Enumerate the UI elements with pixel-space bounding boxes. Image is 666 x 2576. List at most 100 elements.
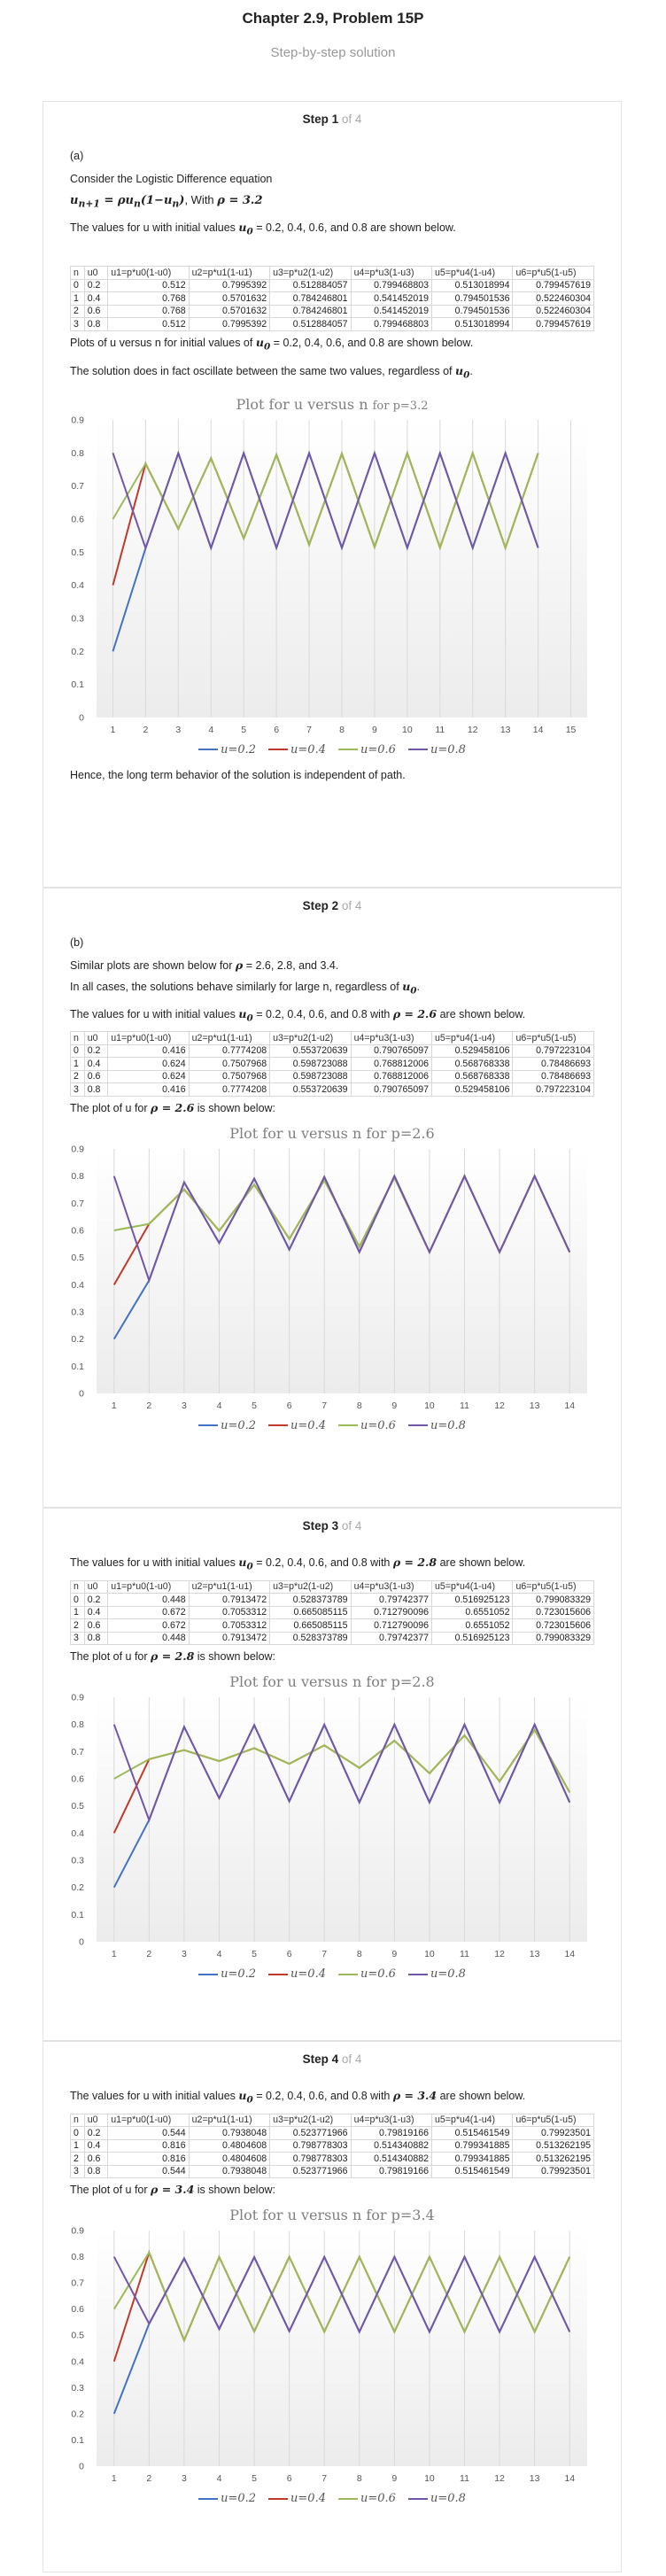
table-cell: 0.799341885 (431, 2138, 514, 2153)
chart-2-legend: u=0.2 u=0.4 u=0.6 u=0.8 (70, 1419, 594, 1432)
table-cell: 0.4 (83, 1605, 109, 1619)
table-cell: 0.79742377 (350, 1631, 433, 1645)
y-tick-label: 0.5 (71, 547, 84, 557)
table-cell: 0.528373789 (269, 1631, 352, 1645)
table-cell: 0.5701632 (188, 291, 271, 306)
values-text-3: The values for u with initial values u0 … (70, 1556, 526, 1572)
chart-1-legend: u=0.2 u=0.4 u=0.6 u=0.8 (70, 743, 594, 757)
table-cell: 0.544 (107, 2126, 190, 2140)
x-tick-label: 1 (112, 1401, 117, 1411)
chart-3-title: Plot for u versus n for p=2.8 (229, 1673, 435, 1690)
table-cell: 0.2 (83, 278, 109, 293)
y-tick-label: 0.5 (71, 1801, 84, 1812)
step-2-of: of 4 (341, 899, 362, 912)
table-cell: 3 (70, 2164, 85, 2178)
table-cell: 0.4804608 (188, 2138, 271, 2153)
table-cell: 0.665085115 (269, 1618, 352, 1633)
column-header: n (70, 2113, 85, 2127)
table-cell: 0.553720639 (269, 1082, 352, 1097)
legend-swatch (198, 749, 219, 751)
x-tick-label: 10 (424, 1949, 435, 1959)
x-tick-label: 12 (494, 1949, 505, 1959)
table-cell: 0.797223104 (512, 1044, 594, 1058)
column-header: u2=p*u1(1-u1) (188, 1031, 271, 1045)
table-row: 2 0.6 0.768 0.5701632 0.784246801 0.541452019… (70, 304, 594, 319)
table-cell: 0.522460304 (512, 291, 594, 306)
column-header: u6=p*u5(1-u5) (512, 1579, 594, 1594)
column-header: u4=p*u3(1-u3) (350, 1031, 433, 1045)
y-tick-label: 0.4 (71, 1279, 84, 1290)
step-3-of: of 4 (341, 1519, 362, 1532)
table-cell: 0.514340882 (350, 2152, 433, 2166)
legend-swatch (338, 1424, 358, 1426)
y-tick-label: 0.1 (71, 2435, 84, 2446)
legend-item: u=0.2 (198, 743, 256, 757)
legend-item: u=0.4 (268, 1967, 326, 1981)
table-row: 1 0.4 0.624 0.7507968 0.598723088 0.768812006… (70, 1057, 594, 1071)
table-cell: 1 (70, 1605, 85, 1619)
x-tick-label: 3 (182, 1401, 187, 1411)
legend-swatch (338, 749, 358, 751)
legend-item: u=0.6 (338, 1967, 396, 1981)
table-header-row: n u0 u1=p*u0(1-u0) u2=p*u1(1-u1) u3=p*u2(1-u… (70, 266, 594, 280)
table-cell: 0.7913472 (188, 1593, 271, 1607)
legend-swatch (338, 1973, 358, 1975)
table-cell: 0.516925123 (431, 1631, 514, 1645)
y-tick-label: 0 (79, 1388, 84, 1399)
legend-item: u=0.2 (198, 1967, 256, 1981)
solution-page: Chapter 2.9, Problem 15P Step-by-step so… (0, 9, 666, 2572)
plots-text: Plots of u versus n for initial values o… (70, 335, 474, 353)
legend-swatch (198, 1973, 219, 1975)
y-tick-label: 0.1 (71, 679, 84, 690)
table-cell: 0 (70, 1044, 85, 1058)
x-tick-label: 2 (146, 1401, 151, 1411)
table-cell: 0.7507968 (188, 1057, 271, 1071)
table-cell: 0.512884057 (269, 317, 352, 331)
y-tick-label: 0 (79, 1937, 84, 1948)
x-tick-label: 6 (287, 2473, 292, 2484)
y-tick-label: 0.3 (71, 1307, 84, 1317)
x-tick-label: 8 (357, 1949, 362, 1959)
table-cell: 0.768812006 (350, 1057, 433, 1071)
table-row: 0 0.2 0.512 0.7995392 0.512884057 0.799468803… (70, 278, 594, 293)
table-row: 1 0.4 0.672 0.7053312 0.665085115 0.712790096… (70, 1605, 594, 1619)
y-tick-label: 0.8 (71, 1171, 84, 1182)
table-cell: 0.768812006 (350, 1069, 433, 1083)
table-cell: 0.799341885 (431, 2152, 514, 2166)
legend-swatch (198, 2497, 219, 2500)
table-cell: 0.784246801 (269, 291, 352, 306)
table-cell: 0.6 (83, 2152, 109, 2166)
table-cell: 0.799457619 (512, 317, 594, 331)
x-tick-label: 8 (357, 2473, 362, 2484)
y-tick-label: 0.4 (71, 1828, 84, 1839)
plot-text-3: The plot of u for ρ = 2.8 is shown below… (70, 1649, 276, 1663)
x-tick-label: 15 (566, 725, 577, 735)
y-tick-label: 0.6 (71, 514, 84, 524)
x-tick-label: 12 (468, 725, 478, 735)
table-header-row: n u0 u1=p*u0(1-u0) u2=p*u1(1-u1) u3=p*u2(1-u… (70, 1031, 594, 1045)
legend-item: u=0.8 (407, 743, 466, 757)
x-tick-label: 9 (391, 1949, 397, 1959)
step-4-label: Step 4 (302, 2052, 339, 2066)
chart-1: 1 2 3 4 5 6 7 8 9 10 11 12 13 14 1500.10.20.30.40.50.6… (71, 415, 587, 735)
table-row: 3 0.8 0.416 0.7774208 0.553720639 0.790765097… (70, 1082, 594, 1097)
table-cell: 3 (70, 1082, 85, 1097)
table-cell: 0.568768338 (431, 1057, 514, 1071)
x-tick-label: 3 (182, 2473, 187, 2484)
table-cell: 0.7053312 (188, 1605, 271, 1619)
legend-swatch (268, 2497, 289, 2500)
legend-swatch (407, 1424, 428, 1426)
table-cell: 0.7507968 (188, 1069, 271, 1083)
table-cell: 0.79923501 (512, 2164, 594, 2178)
x-tick-label: 4 (208, 725, 213, 735)
table-cell: 0.672 (107, 1605, 190, 1619)
column-header: u5=p*u4(1-u4) (431, 1579, 514, 1594)
table-cell: 0.794501536 (431, 291, 514, 306)
x-tick-label: 6 (287, 1949, 292, 1959)
x-tick-label: 5 (252, 1401, 257, 1411)
legend-label: u=0.4 (290, 2492, 326, 2505)
legend-label: u=0.6 (360, 742, 396, 757)
values-table-3: n u0 u1=p*u0(1-u0) u2=p*u1(1-u1) u3=p*u2(1-u… (70, 1579, 594, 1646)
table-cell: 0.79742377 (350, 1593, 433, 1607)
table-row: 3 0.8 0.544 0.7938048 0.523771966 0.79819166 0… (70, 2164, 594, 2178)
